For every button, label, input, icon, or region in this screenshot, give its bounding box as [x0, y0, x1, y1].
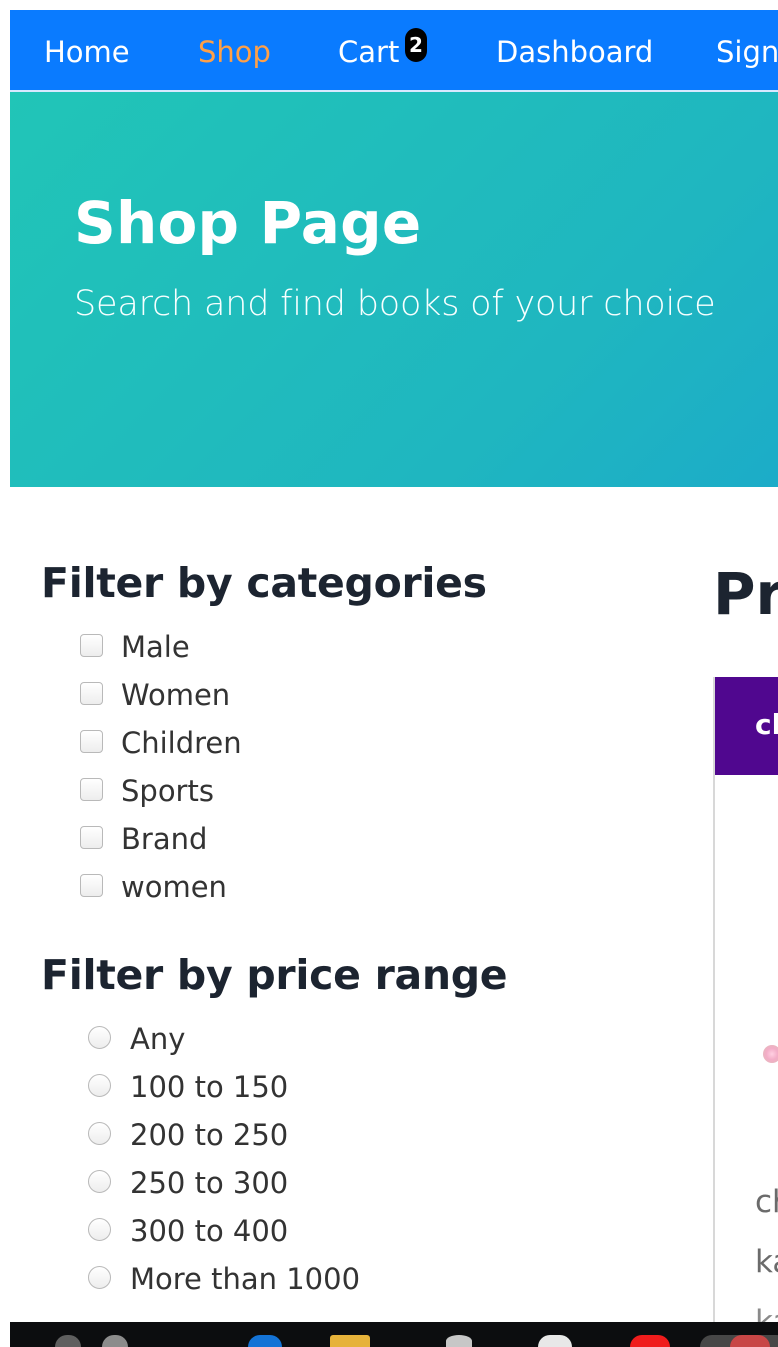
- folder-icon[interactable]: [330, 1335, 370, 1347]
- price-radio[interactable]: [88, 1122, 111, 1145]
- price-option[interactable]: 300 to 400: [88, 1208, 508, 1256]
- category-filter-heading: Filter by categories: [41, 559, 487, 607]
- taskbar-app-icon[interactable]: [102, 1335, 128, 1347]
- price-filter-list: Any 100 to 150 200 to 250 250 to 300 300…: [88, 1016, 508, 1304]
- price-filter-heading: Filter by price range: [41, 951, 508, 999]
- product-image[interactable]: [763, 1045, 778, 1063]
- category-checkbox[interactable]: [80, 682, 103, 705]
- nav-shop-link[interactable]: Shop: [198, 34, 271, 70]
- category-option[interactable]: Sports: [80, 768, 500, 816]
- price-option[interactable]: 100 to 150: [88, 1064, 508, 1112]
- price-radio[interactable]: [88, 1266, 111, 1289]
- taskbar-app-icon[interactable]: [446, 1335, 472, 1347]
- category-checkbox[interactable]: [80, 778, 103, 801]
- hero-banner: Shop Page Search and find books of your …: [10, 92, 778, 487]
- category-checkbox[interactable]: [80, 826, 103, 849]
- category-label: Brand: [121, 822, 208, 856]
- category-checkbox[interactable]: [80, 730, 103, 753]
- price-option[interactable]: 200 to 250: [88, 1112, 508, 1160]
- category-label: Children: [121, 726, 242, 760]
- price-radio[interactable]: [88, 1026, 111, 1049]
- price-label: 200 to 250: [130, 1118, 289, 1152]
- nav-cart-link[interactable]: Cart: [338, 34, 399, 70]
- cart-count-badge: 2: [405, 28, 427, 62]
- nav-home-link[interactable]: Home: [44, 34, 130, 70]
- nav-signin-link[interactable]: Sign: [716, 34, 778, 70]
- price-label: 300 to 400: [130, 1214, 289, 1248]
- page-subtitle: Search and find books of your choice: [74, 284, 716, 324]
- price-label: 250 to 300: [130, 1166, 289, 1200]
- product-card-header-text: ch: [755, 708, 778, 741]
- price-radio[interactable]: [88, 1074, 111, 1097]
- nav-dashboard-link[interactable]: Dashboard: [496, 34, 653, 70]
- page-title: Shop Page: [74, 189, 422, 257]
- category-option[interactable]: Brand: [80, 816, 500, 864]
- category-checkbox[interactable]: [80, 634, 103, 657]
- category-option[interactable]: Women: [80, 672, 500, 720]
- price-radio[interactable]: [88, 1218, 111, 1241]
- top-navbar: Home Shop Cart 2 Dashboard Sign: [10, 10, 778, 92]
- category-label: Sports: [121, 774, 214, 808]
- edge-icon[interactable]: [248, 1335, 282, 1347]
- category-checkbox[interactable]: [80, 874, 103, 897]
- product-card[interactable]: ch ch ka ka: [713, 677, 778, 1347]
- taskbar-app-icon[interactable]: [538, 1335, 572, 1347]
- price-option[interactable]: Any: [88, 1016, 508, 1064]
- category-option[interactable]: Children: [80, 720, 500, 768]
- price-option[interactable]: 250 to 300: [88, 1160, 508, 1208]
- category-label: women: [121, 870, 227, 904]
- taskbar: [10, 1322, 778, 1347]
- product-text-line: ch: [755, 1184, 778, 1220]
- price-label: More than 1000: [130, 1262, 361, 1296]
- taskbar-app-icon[interactable]: [55, 1335, 81, 1347]
- shop-page: Home Shop Cart 2 Dashboard Sign Shop Pag…: [0, 0, 778, 1347]
- price-option[interactable]: More than 1000: [88, 1256, 508, 1304]
- category-label: Women: [121, 678, 231, 712]
- products-heading: Pr: [713, 560, 778, 628]
- product-card-header: ch: [715, 677, 778, 775]
- category-option[interactable]: women: [80, 864, 500, 912]
- price-label: 100 to 150: [130, 1070, 289, 1104]
- price-label: Any: [130, 1022, 186, 1056]
- category-filter-list: Male Women Children Sports Brand women: [80, 624, 500, 912]
- category-label: Male: [121, 630, 190, 664]
- product-text-line: ka: [755, 1244, 778, 1280]
- chrome-icon[interactable]: [630, 1335, 670, 1347]
- price-radio[interactable]: [88, 1170, 111, 1193]
- category-option[interactable]: Male: [80, 624, 500, 672]
- taskbar-app-icon[interactable]: [730, 1335, 770, 1347]
